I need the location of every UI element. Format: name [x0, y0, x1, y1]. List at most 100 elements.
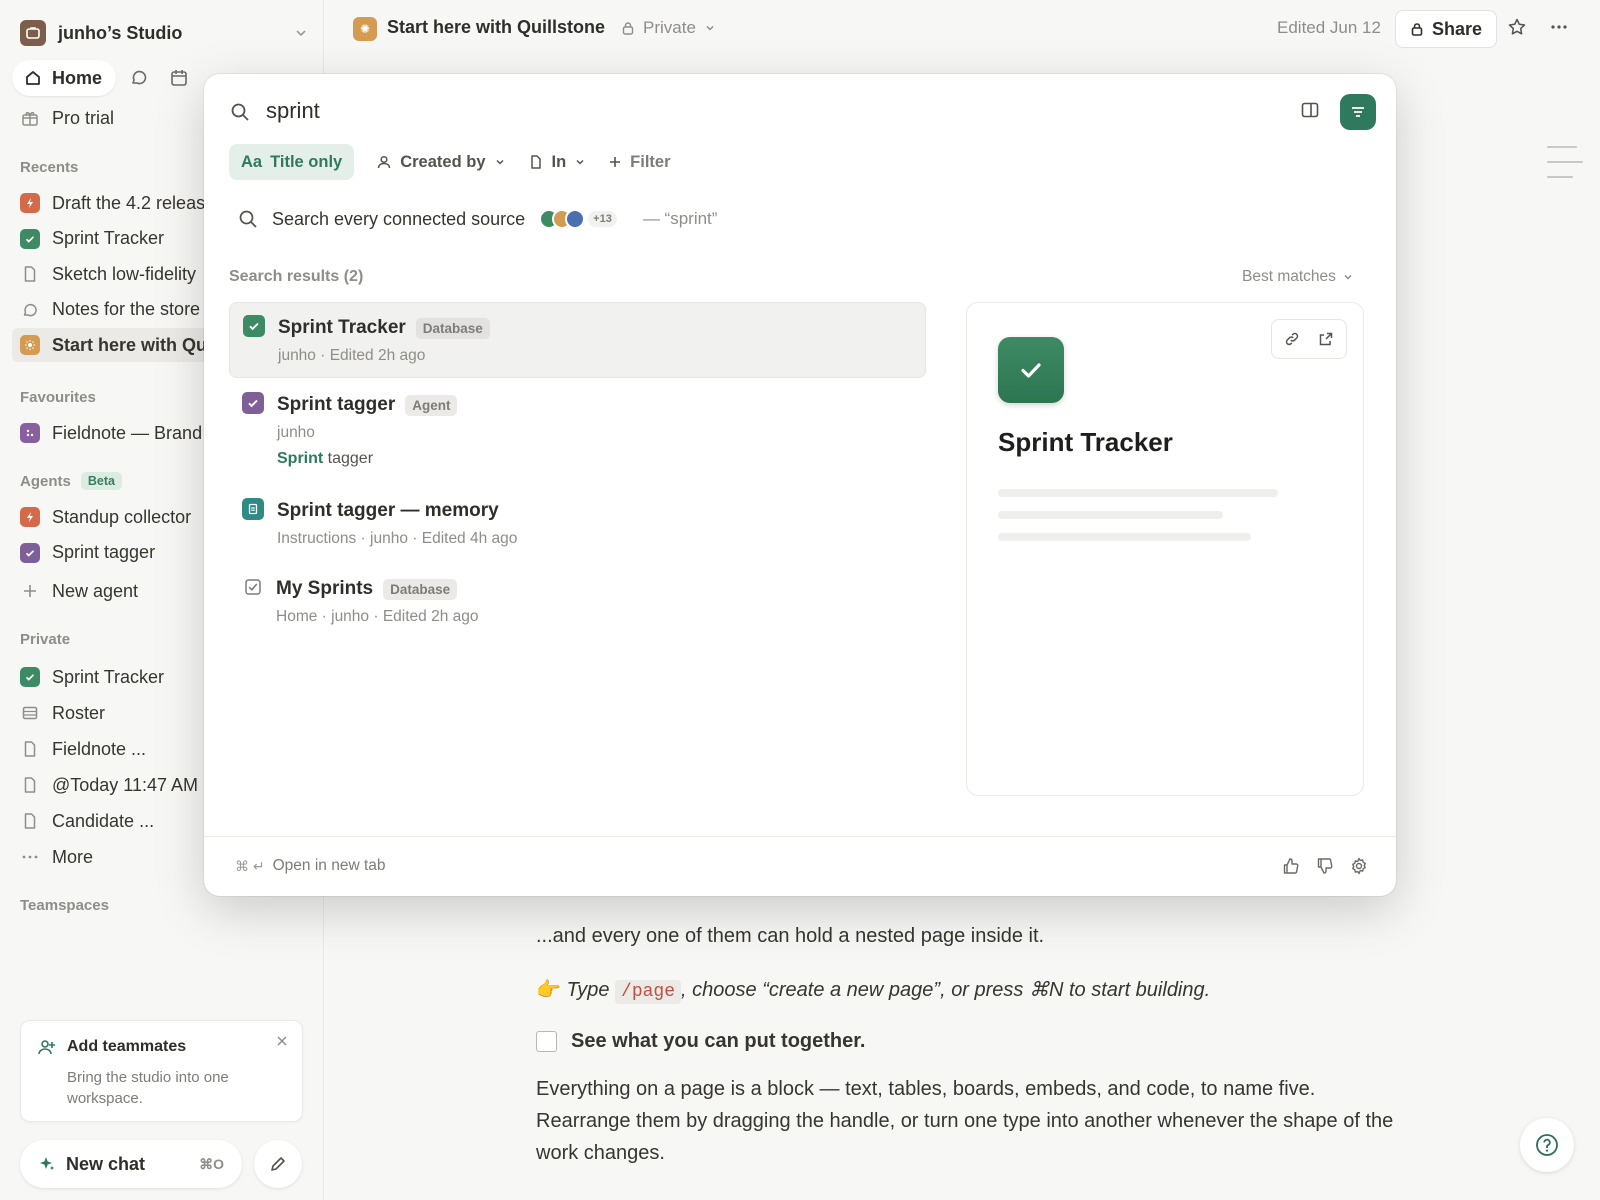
- chat-icon[interactable]: [122, 61, 156, 95]
- private-label: Private: [20, 631, 71, 648]
- dots-icon: [20, 423, 40, 443]
- gear-icon[interactable]: [1350, 857, 1368, 875]
- title-only-chip[interactable]: Aa Title only: [229, 144, 355, 180]
- privacy-label: Private: [643, 18, 696, 37]
- new-chat-button[interactable]: New chat ⌘O: [20, 1140, 242, 1188]
- title-only-prefix: Aa: [241, 152, 263, 171]
- thumbs-up-icon[interactable]: [1282, 857, 1300, 875]
- search-result-item[interactable]: My Sprints Database Home · junho · Edite…: [229, 564, 926, 640]
- favourites-heading: Favourites: [20, 389, 96, 406]
- chevron-down-icon: [706, 25, 714, 31]
- preview-check-icon: [998, 337, 1064, 403]
- plus-icon: [20, 581, 40, 601]
- table-of-contents-indicator[interactable]: [1547, 146, 1583, 191]
- search-icon: [239, 210, 257, 228]
- agents-label: Agents: [20, 472, 71, 490]
- sidebar-item-label: Sprint Tracker: [52, 228, 165, 248]
- instruction-type: Type: [566, 979, 610, 1001]
- result-title-row: My Sprints Database: [276, 576, 926, 602]
- split-view-icon[interactable]: [1300, 100, 1320, 120]
- sidebar-item-label: @Today 11:47 AM: [52, 774, 199, 795]
- result-snippet-match: Sprint: [277, 450, 324, 467]
- check-icon: [243, 315, 265, 337]
- checkbox-icon: [242, 576, 264, 598]
- more-dots-icon: [20, 847, 40, 867]
- help-icon: [1536, 1134, 1558, 1156]
- in-chip[interactable]: In: [528, 153, 587, 172]
- created-by-label: Created by: [400, 152, 486, 171]
- add-teammates-card: Add teammates Bring the studio into one …: [20, 1020, 303, 1122]
- chevron-down-icon[interactable]: [294, 26, 308, 40]
- todo-text: See what you can put together.: [571, 1030, 866, 1052]
- home-label: Home: [52, 67, 103, 88]
- workspace-switcher[interactable]: junho’s Studio: [20, 16, 308, 50]
- sidebar-item-label: Fieldnote ...: [52, 738, 147, 759]
- todo-checkbox[interactable]: [536, 1031, 557, 1052]
- result-preview-panel: Sprint Tracker: [966, 302, 1364, 796]
- page-icon: [20, 739, 40, 759]
- thumbs-down-icon[interactable]: [1316, 857, 1334, 875]
- quick-nav: Home: [12, 60, 196, 96]
- sidebar-item-label: Draft the 4.2 releas: [52, 192, 206, 213]
- bolt-icon: [20, 507, 40, 527]
- check-icon: [20, 667, 40, 687]
- created-by-chip[interactable]: Created by: [376, 153, 505, 172]
- body-instruction: 👉 Type /page, choose “create a new page”…: [536, 974, 1396, 1008]
- sort-dropdown[interactable]: Best matches: [1242, 268, 1354, 286]
- table-icon: [20, 703, 40, 723]
- check-icon: [20, 542, 40, 563]
- search-input[interactable]: [266, 94, 1166, 128]
- filter-toggle-button[interactable]: [1340, 94, 1376, 130]
- add-teammates-title: Add teammates: [37, 1037, 286, 1057]
- sparkle-icon: [40, 1157, 54, 1170]
- todo-item: See what you can put together.: [536, 1030, 1396, 1053]
- inline-code: /page: [615, 980, 682, 1004]
- close-icon[interactable]: [276, 1035, 288, 1047]
- result-type-badge: Database: [415, 317, 490, 339]
- home-button[interactable]: Home: [12, 60, 117, 96]
- search-result-item[interactable]: Sprint Tracker Database junho · Edited 2…: [229, 302, 926, 378]
- app-avatar-icon: [565, 209, 586, 229]
- edited-timestamp: Edited Jun 12: [1277, 18, 1381, 37]
- compose-button[interactable]: [254, 1140, 302, 1188]
- feedback-icons: [1282, 857, 1368, 875]
- add-filter-chip[interactable]: Filter: [608, 153, 671, 172]
- search-result-item[interactable]: Sprint tagger Agent junho Sprint tagger: [229, 380, 926, 484]
- search-result-item[interactable]: Sprint tagger — memory Instructions · ju…: [229, 486, 926, 560]
- new-chat-label: New chat: [66, 1153, 146, 1174]
- page-icon: [20, 264, 40, 284]
- lock-icon: [622, 22, 634, 35]
- sidebar-item-label: Sprint Tracker: [52, 666, 165, 687]
- new-chat-shortcut: ⌘O: [199, 1155, 224, 1172]
- sidebar-item-label: Fieldnote — Brand: [52, 422, 203, 443]
- check-icon: [20, 228, 40, 249]
- chevron-down-icon: [495, 159, 504, 165]
- share-label: Share: [1432, 18, 1483, 39]
- calendar-icon[interactable]: [162, 61, 196, 95]
- search-connected-sources[interactable]: Search every connected source +13 — “spr…: [238, 204, 717, 234]
- search-icon: [230, 102, 250, 122]
- page-title[interactable]: Start here with Quillstone: [387, 17, 605, 38]
- connected-label: Search every connected source: [272, 208, 526, 229]
- teammates-title-text: Add teammates: [67, 1038, 187, 1055]
- share-button[interactable]: Share: [1395, 10, 1498, 48]
- open-external-icon[interactable]: [1318, 331, 1334, 347]
- result-title: Sprint tagger: [277, 394, 396, 415]
- workspace-name: junho’s Studio: [58, 22, 183, 43]
- privacy-dropdown[interactable]: Private: [621, 18, 716, 38]
- workspace-avatar: [20, 20, 46, 46]
- chevron-down-icon: [576, 159, 584, 165]
- person-icon: [377, 155, 391, 169]
- page-icon: [530, 155, 541, 169]
- result-meta: junho · Edited 2h ago: [278, 347, 426, 364]
- preview-skeleton-line: [998, 511, 1223, 519]
- sidebar-item-label: Pro trial: [52, 107, 115, 128]
- bolt-icon: [20, 193, 40, 213]
- plus-icon: [610, 157, 621, 167]
- favourites-label: Favourites: [20, 389, 96, 406]
- link-icon[interactable]: [1284, 331, 1300, 347]
- in-label: In: [551, 152, 567, 171]
- more-options-icon[interactable]: [1549, 17, 1569, 37]
- help-button[interactable]: [1520, 1118, 1574, 1172]
- star-icon[interactable]: [1507, 17, 1527, 37]
